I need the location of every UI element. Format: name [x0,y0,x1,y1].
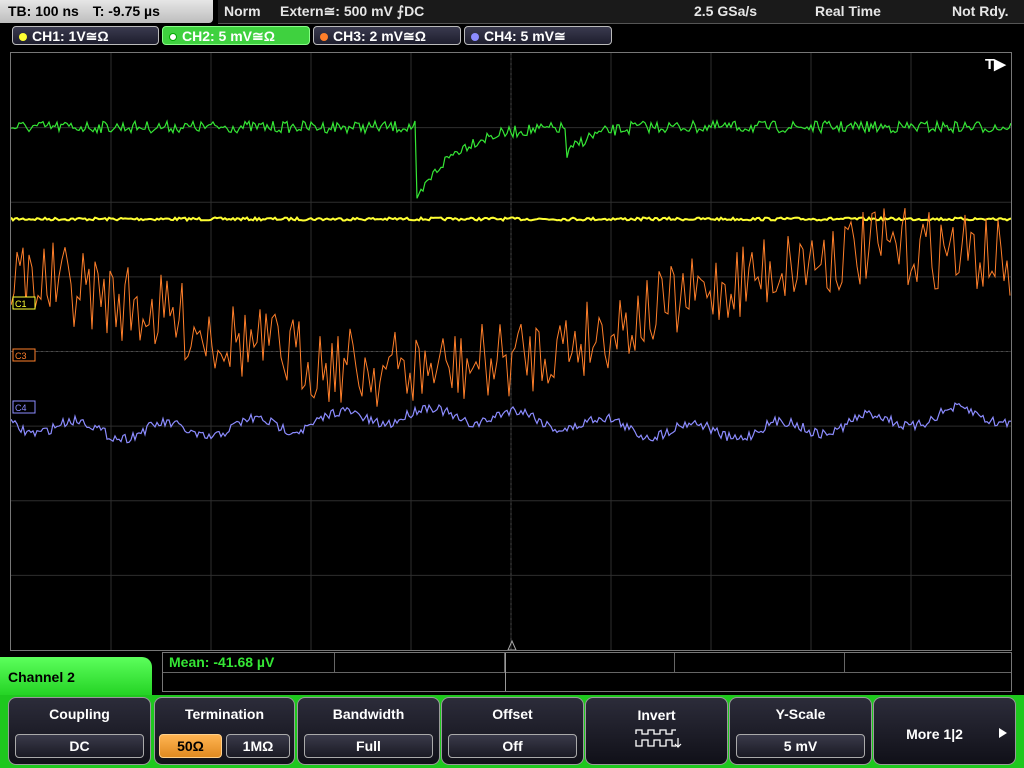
trigger-position-icon[interactable] [507,639,517,650]
channel-menu-title: Channel 2 [0,657,152,699]
more-label: More 1|2 [906,726,963,742]
trigger-mode[interactable]: Norm [224,0,261,23]
invert-softkey[interactable]: Invert [585,697,728,765]
ch1-dot-icon [19,33,27,41]
more-arrow-icon [999,728,1007,738]
bandwidth-softkey[interactable]: Bandwidth Full [297,697,440,765]
graticule [11,53,1011,650]
status-bar: TB: 100 ns T: -9.75 µs Norm Extern≅: 500… [0,0,1024,24]
bandwidth-title: Bandwidth [332,706,405,722]
ch4-dot-icon [471,33,479,41]
yscale-title: Y-Scale [775,706,826,722]
coupling-value[interactable]: DC [15,734,144,758]
tab-ch3-label: CH3: 2 mV≅Ω [333,28,426,44]
acquisition-state: Not Rdy. [952,3,1009,19]
waveform-svg: C1 C3 C4 T▶ [11,53,1011,650]
coupling-title: Coupling [49,706,110,722]
yscale-softkey[interactable]: Y-Scale 5 mV [729,697,872,765]
coupling-softkey[interactable]: Coupling DC [8,697,151,765]
tab-ch3[interactable]: CH3: 2 mV≅Ω [313,26,461,45]
invert-waveform-icon [635,729,682,748]
bandwidth-value[interactable]: Full [304,734,433,758]
ch2-dot-icon [169,33,177,41]
channel-tabs: CH1: 1V≅Ω CH2: 5 mV≅Ω CH3: 2 mV≅Ω CH4: 5… [0,26,1024,48]
mean-measurement[interactable]: Mean: -41.68 µV [169,654,274,670]
trigger-marker-icon[interactable]: T▶ [985,56,1007,73]
timebase-text: TB: 100 ns [8,3,79,19]
more-softkey[interactable]: More 1|2 [873,697,1016,765]
timebase-box[interactable]: TB: 100 ns T: -9.75 µs [0,0,213,23]
termination-1mohm-button[interactable]: 1MΩ [226,734,290,758]
tab-ch2-label: CH2: 5 mV≅Ω [182,28,275,44]
termination-softkey[interactable]: Termination 50Ω 1MΩ [154,697,295,765]
offset-value[interactable]: Off [448,734,577,758]
tab-ch2[interactable]: CH2: 5 mV≅Ω [162,26,310,45]
channel-menu-title-text: Channel 2 [8,669,75,685]
trigger-source[interactable]: Extern≅: 500 mV ⨍DC [280,0,424,23]
softkey-bar: Coupling DC Termination 50Ω 1MΩ Bandwidt… [0,695,1024,768]
sample-rate: 2.5 GSa/s [694,3,758,19]
invert-title: Invert [637,707,676,723]
ch1-marker-text: C1 [15,299,27,309]
ch3-dot-icon [320,33,328,41]
termination-title: Termination [184,706,265,722]
ch4-marker-text: C4 [15,403,27,413]
acquisition-mode: Real Time [815,3,881,19]
tab-ch4[interactable]: CH4: 5 mV≅ [464,26,612,45]
measurement-bar: Mean: -41.68 µV [162,652,1012,692]
offset-softkey[interactable]: Offset Off [441,697,584,765]
ch3-level-marker[interactable]: C3 [12,348,36,362]
tab-ch1[interactable]: CH1: 1V≅Ω [12,26,159,45]
waveform-display[interactable]: C1 C3 C4 T▶ [10,52,1012,651]
termination-50ohm-button[interactable]: 50Ω [159,734,222,758]
ch4-level-marker[interactable]: C4 [12,400,36,414]
tab-ch1-label: CH1: 1V≅Ω [32,28,109,44]
ch1-level-marker[interactable]: C1 [12,296,36,310]
trigger-time-text: T: -9.75 µs [92,3,160,19]
tab-ch4-label: CH4: 5 mV≅ [484,28,566,44]
ch3-marker-text: C3 [15,351,27,361]
yscale-value[interactable]: 5 mV [736,734,865,758]
offset-title: Offset [492,706,533,722]
